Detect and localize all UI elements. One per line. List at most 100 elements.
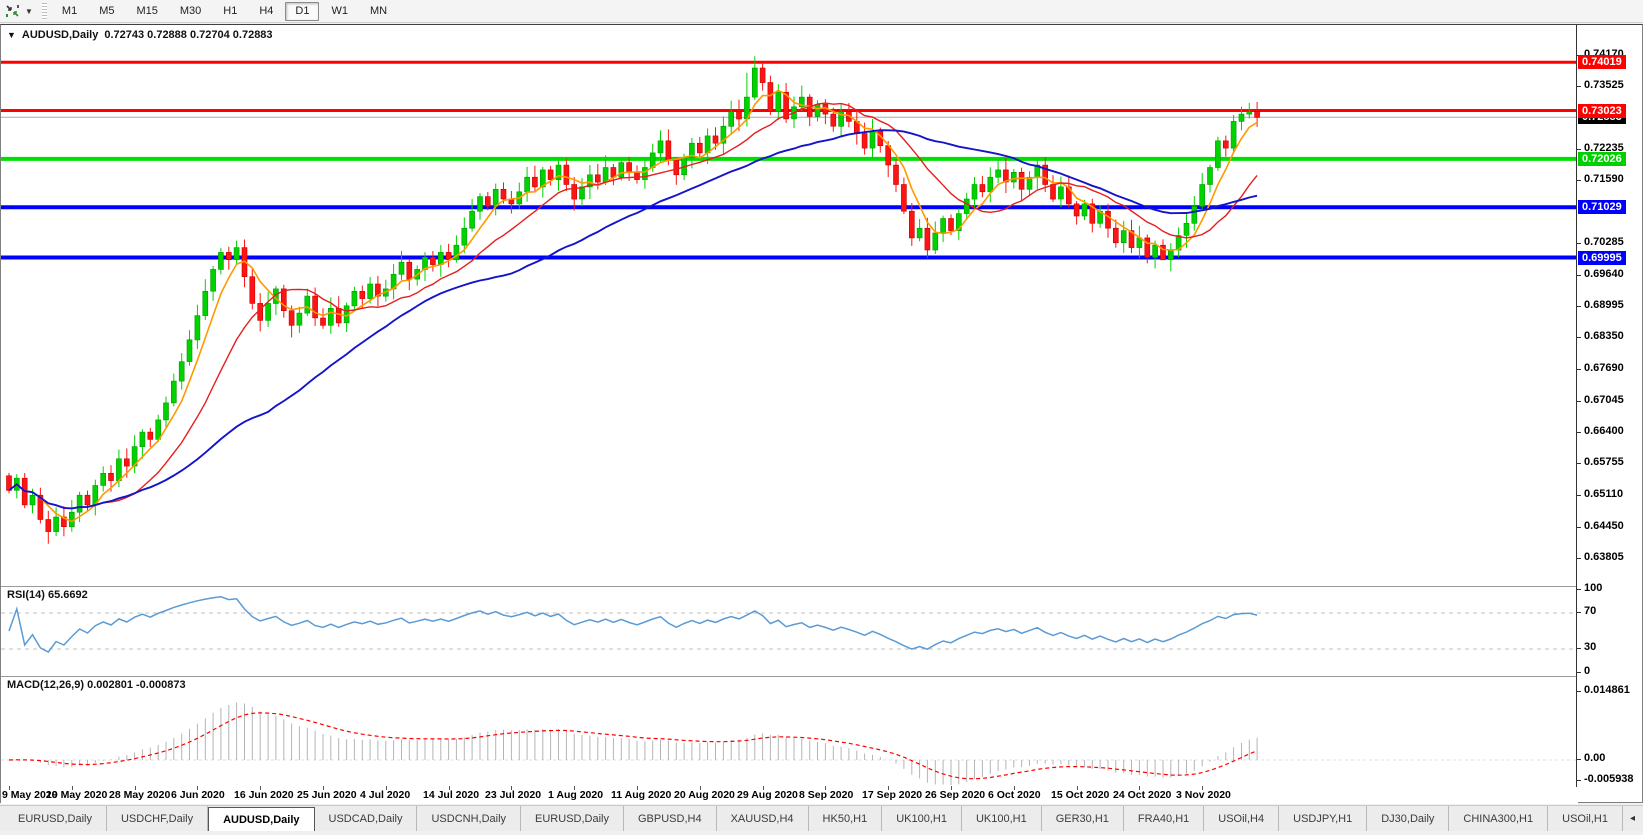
axis-tick-mark — [1577, 759, 1581, 760]
chart-title-caret-icon[interactable]: ▼ — [7, 30, 16, 40]
axis-tick-label: 0.64450 — [1584, 520, 1624, 532]
date-label: 6 Jun 2020 — [171, 789, 225, 801]
rsi-indicator-label: RSI(14) 65.6692 — [7, 589, 88, 601]
chart-tab-audusd-daily[interactable]: AUDUSD,Daily — [208, 807, 314, 831]
chart-window: ▼ AUDUSD,Daily 0.72743 0.72888 0.72704 0… — [0, 24, 1643, 803]
axis-tick-mark — [1577, 463, 1581, 464]
axis-tick-label: 0.67690 — [1584, 362, 1624, 374]
date-label: 29 Aug 2020 — [737, 789, 798, 801]
date-label: 16 Jun 2020 — [234, 789, 294, 801]
price-line-badge: 0.72026 — [1578, 152, 1626, 166]
chart-tab-uk100-h1[interactable]: UK100,H1 — [882, 806, 962, 831]
axis-tick-mark — [1577, 612, 1581, 613]
axis-tick-mark — [1577, 337, 1581, 338]
ma-line-13 — [9, 103, 1257, 508]
timeframe-button-h1[interactable]: H1 — [213, 2, 247, 21]
axis-tick-mark — [1577, 86, 1581, 87]
date-label: 4 Jul 2020 — [360, 789, 410, 801]
axis-tick-mark — [1577, 780, 1581, 781]
chart-periods-icon[interactable] — [3, 3, 23, 20]
axis-tick-label: 0.68350 — [1584, 330, 1624, 342]
price-line-badge: 0.69995 — [1578, 251, 1626, 265]
chart-tab-eurusd-daily[interactable]: EURUSD,Daily — [521, 806, 624, 831]
axis-tick-mark — [1577, 558, 1581, 559]
chart-tab-uk100-h1[interactable]: UK100,H1 — [962, 806, 1042, 831]
axis-tick-mark — [1577, 369, 1581, 370]
tab-scroll-left-icon[interactable]: ◂ — [1623, 806, 1642, 831]
date-label: 20 Aug 2020 — [674, 789, 735, 801]
chart-tab-hk50-h1[interactable]: HK50,H1 — [809, 806, 883, 831]
date-label: 1 Aug 2020 — [548, 789, 603, 801]
timeframe-button-m15[interactable]: M15 — [126, 2, 167, 21]
price-line-badge: 0.74019 — [1578, 55, 1626, 69]
chart-symbol-label: AUDUSD,Daily — [22, 29, 98, 41]
timeframe-button-mn[interactable]: MN — [360, 2, 397, 21]
date-label: 14 Jul 2020 — [423, 789, 479, 801]
price-pane-chart[interactable] — [1, 25, 1578, 585]
axis-tick-label: 0.70285 — [1584, 236, 1624, 248]
price-axis[interactable]: 0.741700.735250.722350.715900.702850.696… — [1576, 25, 1642, 787]
date-label: 15 Oct 2020 — [1051, 789, 1109, 801]
axis-tick-mark — [1577, 495, 1581, 496]
hlines-layer — [1, 62, 1578, 257]
chart-tab-usoil-h1[interactable]: USOil,H1 — [1548, 806, 1623, 831]
chart-tab-china300-h1[interactable]: CHINA300,H1 — [1449, 806, 1548, 831]
timeframe-button-m1[interactable]: M1 — [52, 2, 87, 21]
chart-title: ▼ AUDUSD,Daily 0.72743 0.72888 0.72704 0… — [7, 29, 273, 41]
date-label: 23 Jul 2020 — [485, 789, 541, 801]
axis-tick-label: 0.68995 — [1584, 299, 1624, 311]
chart-tab-dj30-daily[interactable]: DJ30,Daily — [1367, 806, 1449, 831]
axis-tick-label: 0.00 — [1584, 752, 1605, 764]
axis-tick-mark — [1577, 275, 1581, 276]
chart-tab-usdcnh-daily[interactable]: USDCNH,Daily — [417, 806, 521, 831]
chart-tab-gbpusd-h4[interactable]: GBPUSD,H4 — [624, 806, 717, 831]
price-line-badge: 0.73023 — [1578, 104, 1626, 118]
timeframe-button-h4[interactable]: H4 — [249, 2, 283, 21]
date-label: 6 Oct 2020 — [988, 789, 1041, 801]
timeframe-button-m30[interactable]: M30 — [170, 2, 211, 21]
chart-tab-usdchf-daily[interactable]: USDCHF,Daily — [107, 806, 208, 831]
toolbar-grip-handle[interactable] — [42, 3, 47, 20]
chart-tab-usdjpy-h1[interactable]: USDJPY,H1 — [1279, 806, 1367, 831]
date-label: 11 Aug 2020 — [611, 789, 671, 801]
axis-tick-mark — [1577, 432, 1581, 433]
axis-tick-label: 0.014861 — [1584, 684, 1630, 696]
axis-tick-label: 100 — [1584, 582, 1602, 594]
rsi-pane-chart[interactable] — [1, 586, 1578, 675]
axis-tick-label: 0.66400 — [1584, 425, 1624, 437]
date-label: 3 Nov 2020 — [1176, 789, 1231, 801]
rsi-line — [9, 597, 1257, 652]
chart-tab-eurusd-daily[interactable]: EURUSD,Daily — [4, 806, 107, 831]
rsi-levels — [1, 613, 1578, 649]
timeframe-button-d1[interactable]: D1 — [285, 2, 319, 21]
date-label: 19 May 2020 — [46, 789, 107, 801]
axis-tick-label: 0.65110 — [1584, 488, 1623, 500]
axis-tick-mark — [1577, 691, 1581, 692]
chart-tab-usdcad-daily[interactable]: USDCAD,Daily — [315, 806, 418, 831]
axis-tick-label: 0.71590 — [1584, 173, 1624, 185]
macd-pane-chart[interactable] — [1, 676, 1578, 786]
axis-tick-mark — [1577, 243, 1581, 244]
price-line-badge: 0.71029 — [1578, 200, 1626, 214]
chart-tab-xauusd-h4[interactable]: XAUUSD,H4 — [717, 806, 809, 831]
timeframe-button-w1[interactable]: W1 — [321, 2, 358, 21]
axis-tick-label: 70 — [1584, 605, 1596, 617]
date-label: 24 Oct 2020 — [1113, 789, 1171, 801]
chart-tab-usoil-h4[interactable]: USOil,H4 — [1204, 806, 1279, 831]
toolbar-dropdown-caret-icon[interactable]: ▼ — [25, 7, 33, 16]
axis-tick-label: 0 — [1584, 665, 1590, 677]
date-label: 25 Jun 2020 — [297, 789, 357, 801]
macd-signal-line — [9, 713, 1257, 779]
timeframe-buttons-group: M1M5M15M30H1H4D1W1MN — [52, 2, 397, 21]
trading-app-window: ▼ M1M5M15M30H1H4D1W1MN ▼ AUDUSD,Daily 0.… — [0, 0, 1643, 835]
axis-tick-mark — [1577, 589, 1581, 590]
chart-tab-ger30-h1[interactable]: GER30,H1 — [1042, 806, 1124, 831]
timeframe-button-m5[interactable]: M5 — [89, 2, 124, 21]
chart-tab-fra40-h1[interactable]: FRA40,H1 — [1124, 806, 1204, 831]
axis-tick-mark — [1577, 527, 1581, 528]
axis-tick-mark — [1577, 180, 1581, 181]
chart-plot-stack: ▼ AUDUSD,Daily 0.72743 0.72888 0.72704 0… — [1, 25, 1642, 802]
date-axis[interactable]: 9 May 202019 May 202028 May 20206 Jun 20… — [1, 787, 1578, 804]
ma-line-5 — [9, 90, 1257, 521]
chart-periods-icon-glyph — [5, 4, 21, 18]
